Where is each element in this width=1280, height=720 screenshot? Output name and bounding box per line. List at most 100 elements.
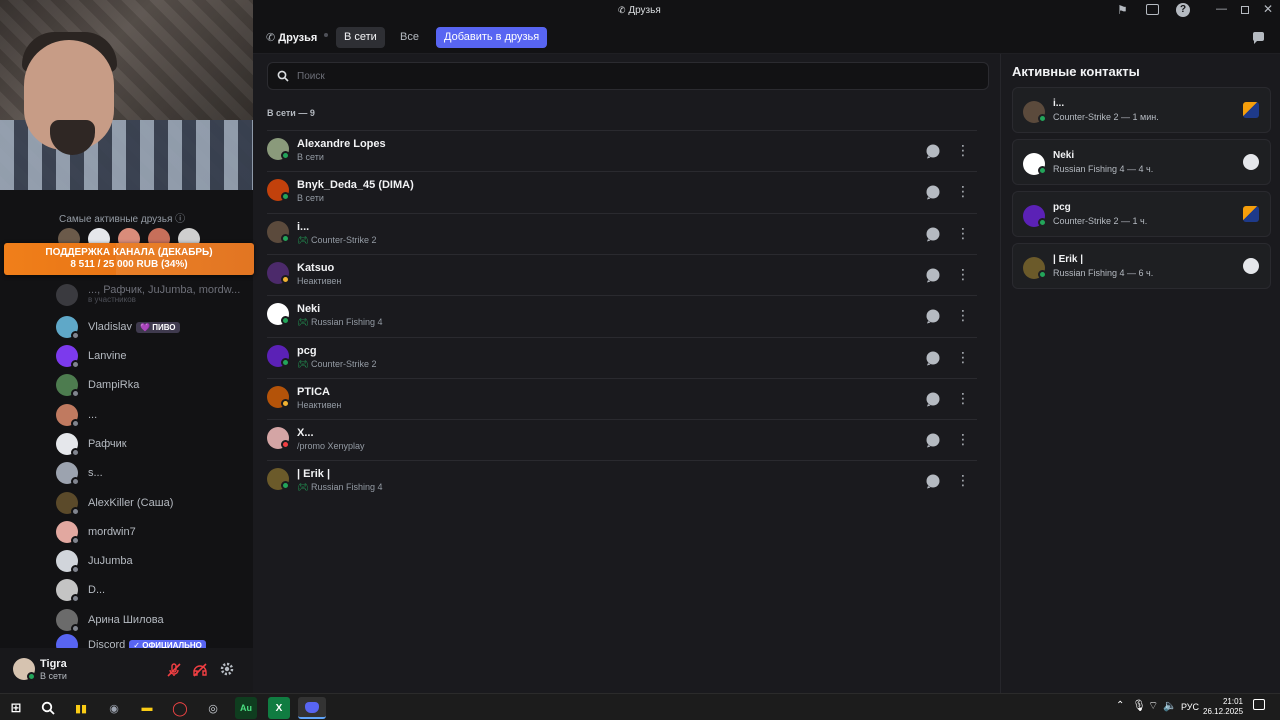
audition-icon[interactable]: Au [235, 697, 257, 719]
status-indicator [71, 594, 80, 603]
file-explorer-icon[interactable]: ▬ [136, 697, 158, 719]
friend-row[interactable]: Neki 🎮︎ Russian Fishing 4 ⋮ [267, 295, 977, 336]
more-options-icon[interactable]: ⋮ [955, 348, 971, 368]
excel-icon[interactable]: X [268, 697, 290, 719]
language-indicator[interactable]: РУС [1181, 702, 1199, 712]
dm-item-s[interactable]: s... [56, 460, 246, 486]
more-options-icon[interactable]: ⋮ [955, 430, 971, 450]
network-icon[interactable]: ⌔ [1148, 699, 1158, 713]
message-icon[interactable] [919, 432, 947, 448]
tray-chevron-icon[interactable]: ⌃ [1116, 700, 1124, 711]
more-options-icon[interactable]: ⋮ [955, 389, 971, 409]
dm-item-alexkiller[interactable]: AlexKiller (Саша) [56, 490, 246, 516]
search-icon[interactable] [37, 697, 59, 719]
opera-icon[interactable]: ◯ [169, 697, 191, 719]
active-contact-card[interactable]: Neki Russian Fishing 4 — 4 ч. [1012, 139, 1271, 185]
dm-item-dots[interactable]: ... [56, 402, 246, 428]
friend-status: Неактивен [297, 399, 342, 410]
dm-item-lanvine[interactable]: Lanvine [56, 343, 246, 369]
windows-start-icon[interactable]: ⊞ [5, 697, 27, 719]
dm-item-dampirka[interactable]: DampiRka [56, 372, 246, 398]
cs2-icon [1243, 102, 1259, 118]
flag-icon[interactable]: ⚑ [1117, 3, 1128, 17]
dm-item-vladislav[interactable]: Vladislav 💜 ПИВО [56, 314, 246, 340]
message-icon[interactable] [919, 184, 947, 200]
friend-row[interactable]: Katsuo Неактивен ⋮ [267, 253, 977, 295]
message-icon[interactable] [919, 143, 947, 159]
app-icon[interactable]: ▮▮ [70, 697, 92, 719]
title-bar: ✆ Друзья ⚑ ? — ✕ [253, 0, 1280, 22]
friend-row[interactable]: Alexandre Lopes В сети ⋮ [267, 130, 977, 171]
message-icon[interactable] [919, 308, 947, 324]
message-icon[interactable] [919, 267, 947, 283]
dm-item-arina[interactable]: Арина Шилова [56, 607, 246, 633]
divider-dot [324, 33, 328, 37]
user-avatar[interactable] [13, 658, 36, 681]
active-contact-card[interactable]: i... Counter-Strike 2 — 1 мин. [1012, 87, 1271, 133]
microphone-icon[interactable]: 🎙 [1132, 699, 1146, 712]
add-friend-button[interactable]: Добавить в друзья [436, 27, 548, 48]
message-icon[interactable] [919, 473, 947, 489]
avatar [56, 521, 80, 545]
clock[interactable]: 21:01 26.12.2025 [1203, 697, 1243, 717]
obs-icon[interactable]: ◎ [202, 697, 224, 719]
user-panel: Tigra В сети [0, 648, 253, 693]
tab-all[interactable]: Все [392, 27, 427, 48]
dm-name: AlexKiller (Саша) [88, 497, 174, 509]
minimize-button[interactable]: — [1216, 3, 1227, 15]
active-contacts-title: Активные контакты [1012, 64, 1140, 79]
dm-item-d[interactable]: D... [56, 577, 246, 603]
more-options-icon[interactable]: ⋮ [955, 141, 971, 161]
dm-item-mordwin7[interactable]: mordwin7 [56, 519, 246, 545]
gamepad-icon: 🎮︎ [297, 234, 309, 245]
message-icon[interactable] [919, 226, 947, 242]
mic-muted-icon[interactable] [166, 662, 182, 678]
dm-item-rafchik[interactable]: Рафчик [56, 431, 246, 457]
donation-goal-banner: ПОДДЕРЖКА КАНАЛА (ДЕКАБРЬ) 8 511 / 25 00… [4, 243, 254, 275]
status-indicator [281, 192, 290, 202]
active-contact-card[interactable]: pcg Counter-Strike 2 — 1 ч. [1012, 191, 1271, 237]
new-group-dm-icon[interactable] [1251, 31, 1266, 45]
more-options-icon[interactable]: ⋮ [955, 471, 971, 491]
tab-online[interactable]: В сети [336, 27, 385, 48]
steam-icon[interactable]: ◉ [103, 697, 125, 719]
gear-icon[interactable] [219, 661, 235, 677]
friend-name: Alexandre Lopes [297, 138, 386, 150]
friends-icon: ✆ [266, 32, 276, 44]
webcam-overlay [0, 0, 253, 190]
more-options-icon[interactable]: ⋮ [955, 306, 971, 326]
contact-activity: Counter-Strike 2 — 1 мин. [1053, 112, 1159, 122]
friend-row[interactable]: | Erik | 🎮︎ Russian Fishing 4 ⋮ [267, 460, 977, 501]
status-indicator [281, 481, 290, 491]
friend-status: 🎮︎ Russian Fishing 4 [297, 317, 383, 328]
active-contact-card[interactable]: | Erik | Russian Fishing 4 — 6 ч. [1012, 243, 1271, 289]
inbox-icon[interactable] [1146, 4, 1159, 15]
friend-row[interactable]: X.../promo Xenyplay ⋮ [267, 419, 977, 460]
headphones-muted-icon[interactable] [192, 662, 208, 678]
close-button[interactable]: ✕ [1263, 2, 1273, 16]
maximize-button[interactable] [1241, 6, 1249, 14]
friend-row[interactable]: Bnyk_Deda_45 (DIMA) В сети ⋮ [267, 171, 977, 212]
discord-taskbar-icon[interactable] [298, 697, 326, 719]
message-icon[interactable] [919, 350, 947, 366]
notifications-icon[interactable] [1253, 699, 1265, 710]
avatar [56, 550, 80, 574]
friend-name: Neki [297, 303, 321, 316]
friend-row[interactable]: pcg 🎮︎ Counter-Strike 2 ⋮ [267, 336, 977, 378]
volume-icon[interactable]: 🔈 [1163, 699, 1177, 712]
friend-status: В сети [297, 193, 324, 204]
info-icon: ⓘ [175, 214, 186, 225]
more-options-icon[interactable]: ⋮ [955, 265, 971, 285]
friend-status: 🎮︎ Counter-Strike 2 [297, 234, 377, 245]
friend-row[interactable]: PTICA Неактивен ⋮ [267, 377, 977, 419]
dm-item-jujumba[interactable]: JuJumba [56, 548, 246, 574]
search-input[interactable]: Поиск [267, 62, 989, 90]
more-options-icon[interactable]: ⋮ [955, 182, 971, 202]
gamepad-icon: 🎮︎ [297, 317, 309, 328]
dm-name: Vladislav [88, 321, 133, 333]
help-icon[interactable]: ? [1176, 3, 1190, 17]
friend-row[interactable]: i... 🎮︎ Counter-Strike 2 ⋮ [267, 212, 977, 254]
more-options-icon[interactable]: ⋮ [955, 224, 971, 244]
group-dm-item[interactable]: ..., Рафчик, JuJumba, mordw... в участни… [56, 282, 246, 308]
message-icon[interactable] [919, 391, 947, 407]
